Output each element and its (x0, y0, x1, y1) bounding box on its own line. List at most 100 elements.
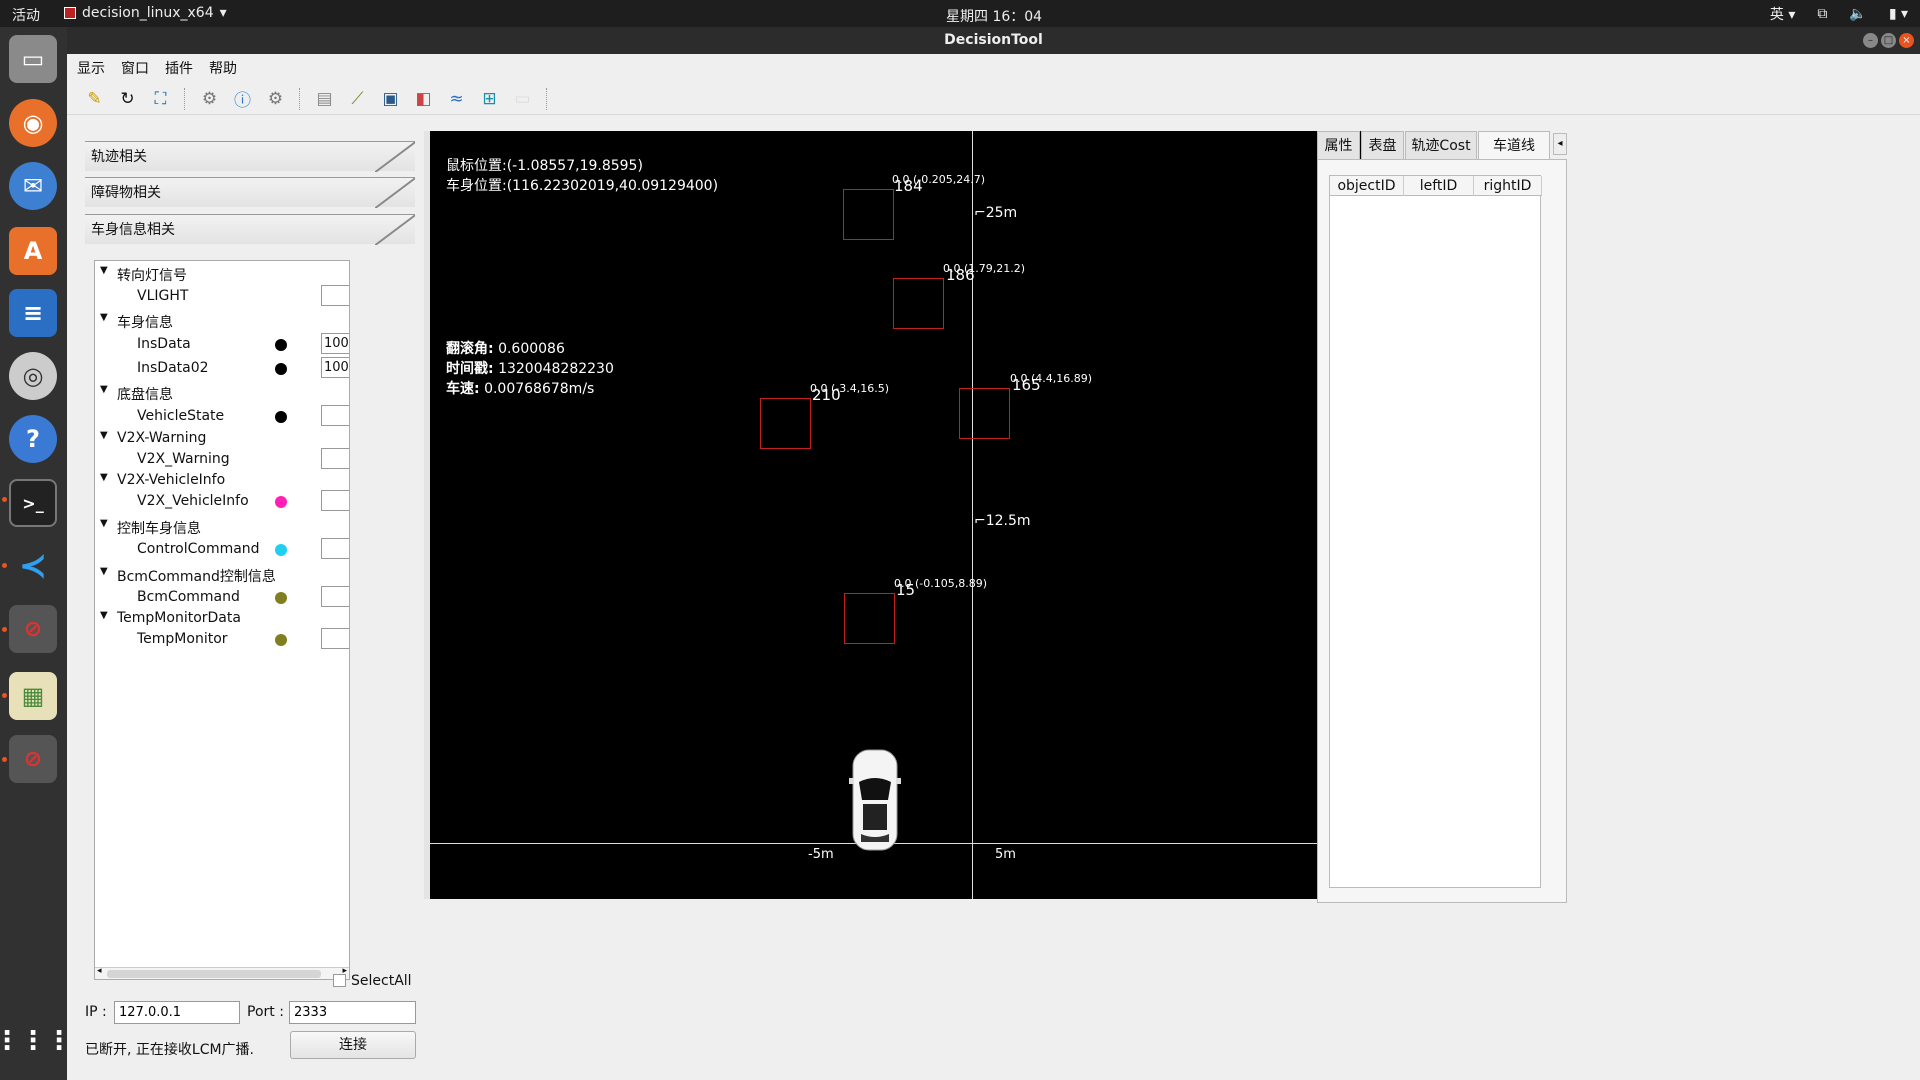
image-viewer-icon[interactable]: ▦ (9, 672, 57, 720)
menu-display[interactable]: 显示 (77, 58, 105, 78)
waveform-icon[interactable]: ≈ (443, 85, 470, 112)
tree-item[interactable]: VLIGHT (95, 285, 349, 307)
network-icon[interactable]: ⧉ (1817, 6, 1827, 22)
expand-arrow-icon[interactable]: ▼ (100, 610, 108, 621)
tree-item-value[interactable]: 100 (321, 357, 349, 378)
tree-item-value[interactable] (321, 586, 349, 607)
presentation-icon[interactable]: ⊞ (476, 85, 503, 112)
volume-icon[interactable]: 🔈 (1849, 6, 1866, 22)
tree-group[interactable]: ▼ BcmCommand控制信息 (95, 565, 349, 585)
files-icon[interactable]: ▭ (9, 35, 57, 83)
tree-item-value[interactable] (321, 405, 349, 426)
obstacle-box[interactable] (959, 388, 1010, 439)
minimize-button[interactable]: – (1863, 33, 1878, 48)
software-center-icon[interactable]: A (9, 227, 57, 275)
port-input[interactable] (289, 1001, 416, 1024)
obstacle-box[interactable] (843, 189, 894, 240)
tree-item[interactable]: InsData 100 (95, 333, 349, 355)
scroll-left-icon[interactable]: ◂ (97, 966, 102, 976)
expand-arrow-icon[interactable]: ▼ (100, 384, 108, 395)
expand-arrow-icon[interactable]: ▼ (100, 472, 108, 483)
thunderbird-icon[interactable]: ✉ (9, 162, 57, 210)
refresh-icon[interactable]: ↻ (114, 85, 141, 112)
tree-item[interactable]: V2X_VehicleInfo (95, 490, 349, 512)
obstacle-box[interactable] (844, 593, 895, 644)
obstacle-box[interactable] (893, 278, 944, 329)
accordion-obstacles[interactable]: 障碍物相关 (85, 177, 415, 208)
battery-icon[interactable]: ▮ ▾ (1889, 6, 1908, 22)
expand-arrow-icon[interactable]: ▼ (100, 265, 108, 276)
tree-group[interactable]: ▼ TempMonitorData (95, 609, 349, 629)
visualization-canvas[interactable]: 鼠标位置:(-1.08557,19.8595) 车身位置:(116.223020… (430, 131, 1392, 899)
lane-table[interactable]: objectID leftID rightID (1329, 175, 1542, 888)
maximize-button[interactable]: □ (1881, 33, 1896, 48)
tree-item[interactable]: TempMonitor (95, 628, 349, 650)
tree-item[interactable]: BcmCommand (95, 586, 349, 608)
terminal-icon[interactable]: >_ (9, 479, 57, 527)
expand-arrow-icon[interactable]: ▼ (100, 430, 108, 441)
tree-group[interactable]: ▼ V2X-Warning (95, 429, 349, 449)
app-menu[interactable]: decision_linux_x64 ▾ (64, 5, 227, 21)
close-button[interactable]: × (1899, 33, 1914, 48)
activities-button[interactable]: 活动 (12, 5, 40, 25)
expand-arrow-icon[interactable]: ▼ (100, 312, 108, 323)
gear-icon[interactable]: ⚙ (262, 85, 289, 112)
tree-item-value[interactable] (321, 538, 349, 559)
tree-group[interactable]: ▼ V2X-VehicleInfo (95, 471, 349, 491)
input-method-indicator[interactable]: 英 ▾ (1770, 4, 1795, 24)
tree-item[interactable]: VehicleState (95, 405, 349, 427)
tree-group[interactable]: ▼ 转向灯信号 (95, 264, 349, 284)
blocked-app-icon[interactable]: ⊘ (9, 735, 57, 783)
tab-scroll-left-icon[interactable]: ◂ (1553, 133, 1567, 155)
expand-arrow-icon[interactable]: ▼ (100, 518, 108, 529)
tree-item[interactable]: ControlCommand (95, 538, 349, 560)
column-header[interactable]: objectID (1330, 176, 1404, 196)
select-all-checkbox[interactable] (333, 974, 346, 987)
tree-item-value[interactable] (321, 448, 349, 469)
scroll-thumb[interactable] (107, 970, 321, 978)
menu-plugins[interactable]: 插件 (165, 58, 193, 78)
monitor-icon[interactable]: ▣ (377, 85, 404, 112)
writer-icon[interactable]: ≡ (9, 289, 57, 337)
tree-item-value[interactable] (321, 628, 349, 649)
horizontal-scrollbar[interactable]: ◂ ▸ (95, 966, 349, 979)
tab-dashboard[interactable]: 表盘 (1361, 131, 1404, 159)
connect-button[interactable]: 连接 (290, 1031, 416, 1059)
cube-icon[interactable]: ◧ (410, 85, 437, 112)
accordion-vehicle-info[interactable]: 车身信息相关 (85, 214, 415, 245)
vscode-icon[interactable]: ≺ (9, 542, 57, 590)
ip-input[interactable] (114, 1001, 240, 1024)
tree-item[interactable]: InsData02 100 (95, 357, 349, 379)
tree-item-value[interactable] (321, 490, 349, 511)
column-header[interactable]: rightID (1474, 176, 1542, 196)
menu-help[interactable]: 帮助 (209, 58, 237, 78)
line-chart-icon[interactable]: ⟋ (344, 85, 371, 112)
tree-group[interactable]: ▼ 控制车身信息 (95, 517, 349, 537)
blocked-app-icon[interactable]: ⊘ (9, 605, 57, 653)
signal-tree[interactable]: ▼ 转向灯信号 VLIGHT ▼ 车身信息 InsData 100 InsData02… (94, 260, 350, 980)
fit-view-icon[interactable]: ⛶ (147, 85, 174, 112)
system-tray[interactable]: 英 ▾ ⧉ 🔈 ▮ ▾ (1770, 4, 1908, 24)
speaker-icon[interactable]: ◎ (9, 352, 57, 400)
tab-trajectory-cost[interactable]: 轨迹Cost (1405, 131, 1477, 159)
tree-item[interactable]: V2X_Warning (95, 448, 349, 470)
obstacle-box[interactable] (760, 398, 811, 449)
accordion-trajectory[interactable]: 轨迹相关 (85, 141, 415, 172)
clock[interactable]: 星期四 16：04 (946, 6, 1042, 26)
clear-icon[interactable]: ✎ (81, 85, 108, 112)
tree-group[interactable]: ▼ 底盘信息 (95, 383, 349, 403)
document-icon[interactable]: ▤ (311, 85, 338, 112)
firefox-icon[interactable]: ◉ (9, 99, 57, 147)
info-icon[interactable]: ⓘ (229, 85, 256, 112)
tree-group[interactable]: ▼ 车身信息 (95, 311, 349, 331)
tab-properties[interactable]: 属性 (1317, 131, 1360, 159)
expand-arrow-icon[interactable]: ▼ (100, 566, 108, 577)
app-grid-icon[interactable]: ⋮⋮⋮ (0, 1017, 72, 1065)
tree-item-value[interactable] (321, 285, 349, 306)
blank-tool-icon[interactable]: ▭ (509, 85, 536, 112)
help-icon[interactable]: ? (9, 415, 57, 463)
tab-lane-lines[interactable]: 车道线 (1478, 131, 1550, 159)
menu-window[interactable]: 窗口 (121, 58, 149, 78)
column-header[interactable]: leftID (1404, 176, 1474, 196)
settings-icon[interactable]: ⚙ (196, 85, 223, 112)
